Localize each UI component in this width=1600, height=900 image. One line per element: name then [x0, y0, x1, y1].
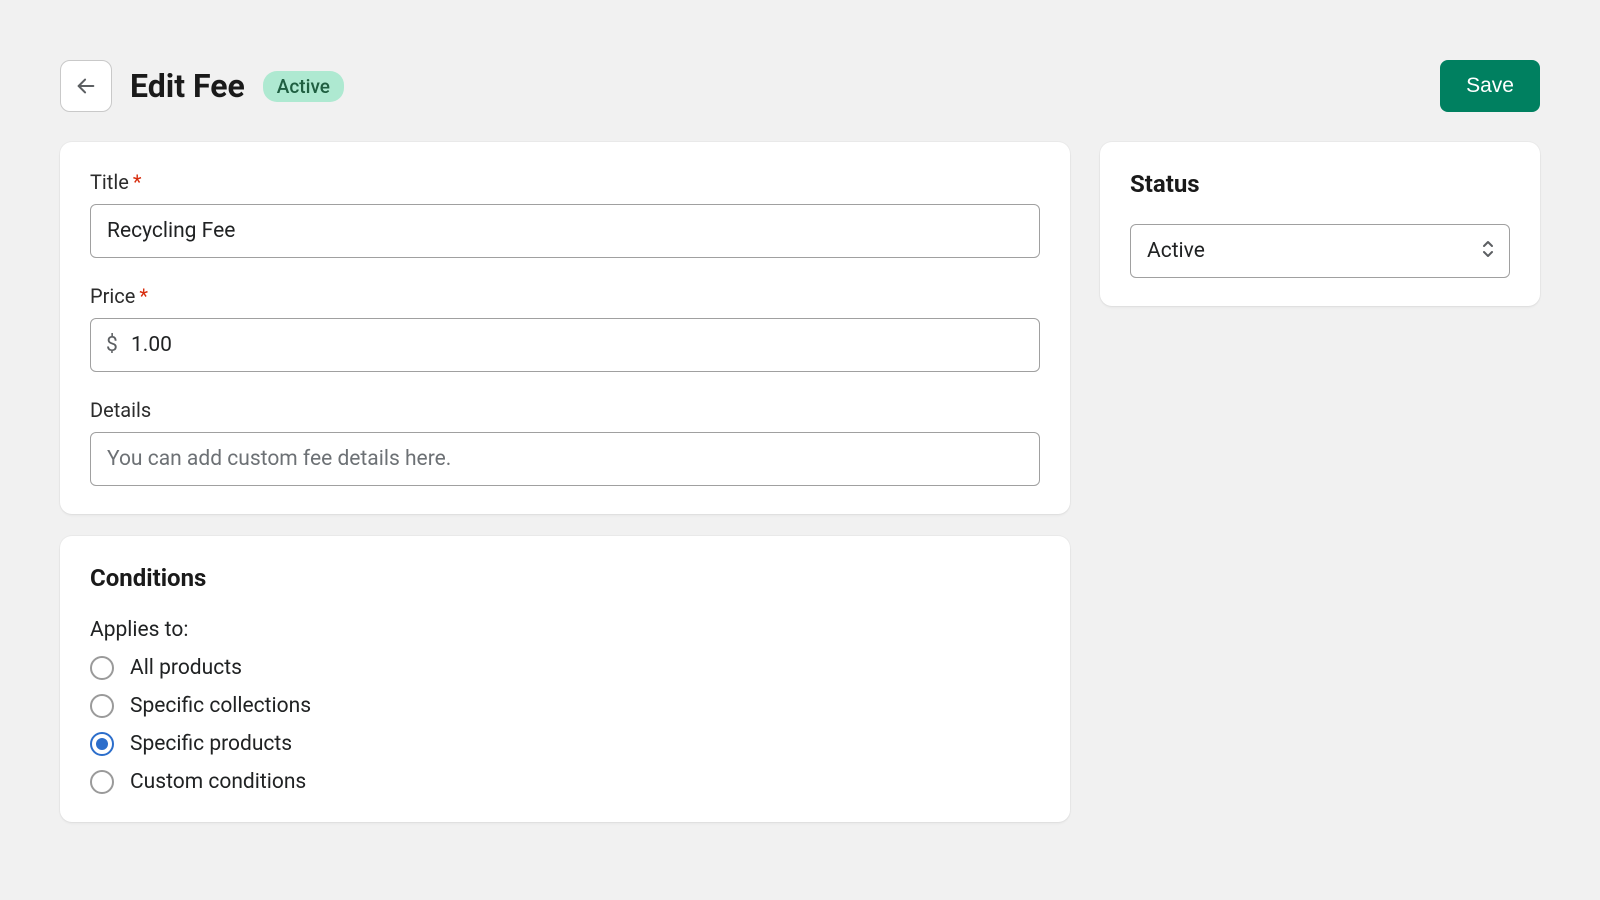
page-title: Edit Fee: [130, 67, 245, 105]
fee-details-card: Title* Price* $ Details: [60, 142, 1070, 514]
price-label: Price*: [90, 284, 1040, 308]
radio-icon: [90, 694, 114, 718]
title-label: Title*: [90, 170, 1040, 194]
arrow-left-icon: [75, 75, 97, 97]
radio-icon: [90, 656, 114, 680]
radio-label: Specific collections: [130, 694, 311, 718]
applies-to-option[interactable]: Specific collections: [90, 694, 1040, 718]
applies-to-label: Applies to:: [90, 618, 1040, 642]
title-input[interactable]: [90, 204, 1040, 258]
applies-to-option[interactable]: Custom conditions: [90, 770, 1040, 794]
details-input[interactable]: [90, 432, 1040, 486]
conditions-card: Conditions Applies to: All products Speci…: [60, 536, 1070, 822]
details-label: Details: [90, 398, 1040, 422]
status-badge: Active: [263, 71, 344, 102]
page-header: Edit Fee Active Save: [60, 60, 1540, 112]
conditions-heading: Conditions: [90, 564, 1040, 592]
applies-to-option[interactable]: All products: [90, 656, 1040, 680]
radio-label: Custom conditions: [130, 770, 306, 794]
radio-label: All products: [130, 656, 242, 680]
radio-icon: [90, 770, 114, 794]
price-input[interactable]: [90, 318, 1040, 372]
radio-icon: [90, 732, 114, 756]
applies-to-radio-group: All products Specific collections Specific…: [90, 656, 1040, 794]
radio-label: Specific products: [130, 732, 292, 756]
back-button[interactable]: [60, 60, 112, 112]
status-select[interactable]: Active: [1130, 224, 1510, 278]
status-card: Status Active: [1100, 142, 1540, 306]
save-button[interactable]: Save: [1440, 60, 1540, 112]
status-heading: Status: [1130, 170, 1510, 198]
applies-to-option[interactable]: Specific products: [90, 732, 1040, 756]
